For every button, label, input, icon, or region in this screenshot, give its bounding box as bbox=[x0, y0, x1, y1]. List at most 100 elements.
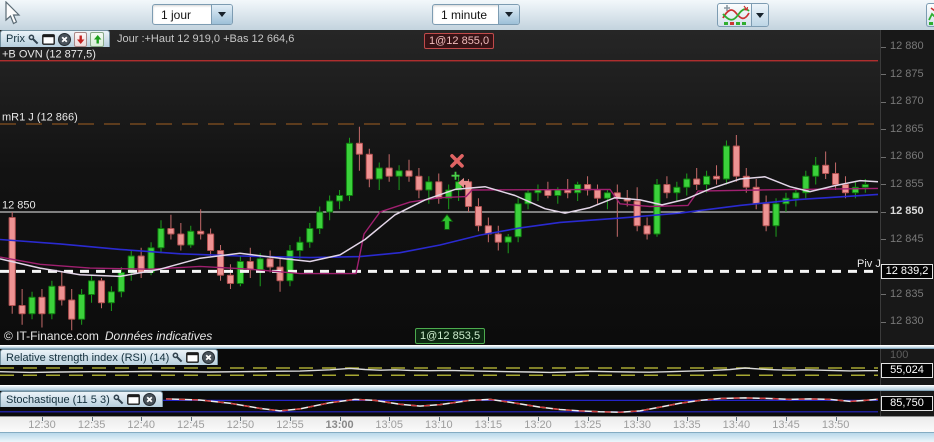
window-icon[interactable] bbox=[126, 394, 140, 405]
close-icon[interactable] bbox=[57, 32, 71, 46]
candle bbox=[474, 206, 483, 227]
candle bbox=[375, 167, 383, 180]
level-label: Piv J bbox=[857, 258, 880, 270]
chart-style-button[interactable] bbox=[717, 3, 769, 27]
time-axis-label: 12:35 bbox=[77, 419, 106, 431]
window-icon[interactable] bbox=[186, 352, 200, 363]
settings-wrench-icon[interactable] bbox=[28, 34, 39, 45]
price-axis-label: 12 845 bbox=[890, 232, 924, 245]
time-axis-label: 13:10 bbox=[425, 419, 453, 431]
axis-tick bbox=[881, 239, 886, 240]
window-icon[interactable] bbox=[42, 33, 55, 45]
candle bbox=[792, 192, 800, 199]
candle bbox=[365, 153, 373, 180]
close-icon[interactable] bbox=[142, 393, 156, 406]
price-panel-tab[interactable]: Prix bbox=[0, 30, 110, 47]
buy-arrow-button[interactable] bbox=[90, 31, 104, 47]
candle bbox=[38, 296, 46, 315]
candle bbox=[48, 285, 56, 315]
candle bbox=[355, 142, 363, 155]
price-chart[interactable]: +B OVN (12 877,5) mR1 J (12 866) 12 850 Piv… bbox=[0, 30, 880, 346]
buy-price-badge[interactable]: 1@12 853,5 bbox=[415, 328, 486, 344]
time-axis-label: 13:50 bbox=[821, 419, 850, 431]
candle bbox=[643, 225, 651, 235]
chart-style-icon bbox=[722, 5, 750, 25]
candle bbox=[762, 203, 770, 227]
candle bbox=[58, 285, 66, 301]
candle bbox=[732, 145, 740, 177]
candle bbox=[18, 305, 26, 315]
candle bbox=[693, 178, 701, 185]
stochastic-value-tag: 85,750 bbox=[881, 396, 933, 411]
candle bbox=[97, 280, 106, 304]
pointer-tool-icon[interactable] bbox=[3, 1, 23, 27]
time-axis-label: 13:05 bbox=[375, 419, 403, 431]
candle bbox=[335, 195, 344, 202]
candle bbox=[207, 233, 215, 251]
price-axis-label: 12 850 bbox=[890, 205, 924, 217]
horizontal-scrollbar[interactable] bbox=[0, 432, 934, 442]
chevron-down-icon bbox=[751, 4, 768, 26]
candle bbox=[772, 203, 780, 227]
trading-app-window: 1 jour 1 minute +B OVN (12 877,5) mR1 J … bbox=[0, 0, 934, 442]
axis-tick bbox=[881, 321, 886, 323]
candle bbox=[177, 233, 185, 246]
interval-select[interactable]: 1 minute bbox=[432, 4, 520, 25]
candle bbox=[822, 164, 830, 174]
candle bbox=[683, 178, 691, 188]
price-panel-title: Prix bbox=[6, 33, 25, 45]
settings-wrench-icon[interactable] bbox=[113, 394, 124, 405]
candle bbox=[137, 255, 145, 273]
candle bbox=[326, 200, 334, 213]
chevron-down-icon bbox=[498, 5, 519, 24]
price-axis-label: 12 875 bbox=[890, 67, 924, 80]
candle bbox=[861, 184, 869, 188]
candle bbox=[107, 291, 116, 304]
price-axis-label: 12 870 bbox=[890, 95, 924, 107]
candle bbox=[226, 274, 235, 284]
price-axis-label: 12 830 bbox=[890, 315, 924, 327]
candle bbox=[673, 186, 681, 194]
time-axis-label: 13:00 bbox=[325, 419, 354, 431]
time-axis-label: 13:25 bbox=[573, 419, 602, 431]
candle bbox=[296, 241, 304, 251]
candle bbox=[266, 258, 274, 268]
time-axis-label: 12:55 bbox=[276, 419, 304, 431]
period-select[interactable]: 1 jour bbox=[152, 4, 233, 25]
candle bbox=[385, 167, 393, 177]
candle bbox=[187, 230, 195, 246]
candle bbox=[574, 184, 582, 194]
day-high-low-summary: Jour :+Haut 12 919,0 +Bas 12 664,6 bbox=[117, 33, 295, 45]
settings-wrench-icon[interactable] bbox=[172, 352, 183, 363]
candle bbox=[256, 258, 264, 271]
candle bbox=[653, 184, 661, 235]
stochastic-panel-title: Stochastique (11 5 3) bbox=[6, 393, 110, 406]
sell-price-badge[interactable]: 1@12 855,0 bbox=[424, 33, 495, 49]
time-axis[interactable]: 12:30 12:35 12:40 12:45 12:50 12:55 13:00 13:05… bbox=[0, 416, 934, 432]
candle bbox=[415, 175, 423, 191]
time-axis-label: 13:40 bbox=[722, 419, 751, 431]
sell-arrow-button[interactable] bbox=[73, 31, 88, 47]
close-icon[interactable] bbox=[202, 351, 216, 364]
rsi-panel-tab[interactable]: Relative strength index (RSI) (14) bbox=[0, 349, 218, 365]
interval-select-value: 1 minute bbox=[441, 7, 488, 22]
candle bbox=[78, 294, 86, 320]
top-toolbar: 1 jour 1 minute bbox=[0, 0, 934, 31]
rsi-value-tag: 55,024 bbox=[881, 363, 933, 378]
axis-tick bbox=[881, 156, 886, 158]
pivot-price-tag: 12 839,2 bbox=[881, 263, 933, 279]
candle bbox=[276, 266, 284, 282]
candle bbox=[593, 189, 602, 199]
candle bbox=[712, 175, 721, 180]
axis-tick bbox=[881, 129, 886, 130]
candle bbox=[504, 236, 512, 243]
time-axis-label: 13:30 bbox=[623, 419, 651, 431]
candle bbox=[306, 228, 314, 243]
axis-tick bbox=[881, 211, 886, 213]
candle bbox=[216, 250, 225, 276]
candle bbox=[831, 173, 840, 185]
level-label: +B OVN (12 877,5) bbox=[2, 48, 96, 60]
stochastic-panel-tab[interactable]: Stochastique (11 5 3) bbox=[0, 391, 163, 407]
chevron-down-icon bbox=[211, 5, 232, 24]
clipped-toolbar-button[interactable] bbox=[926, 3, 934, 27]
